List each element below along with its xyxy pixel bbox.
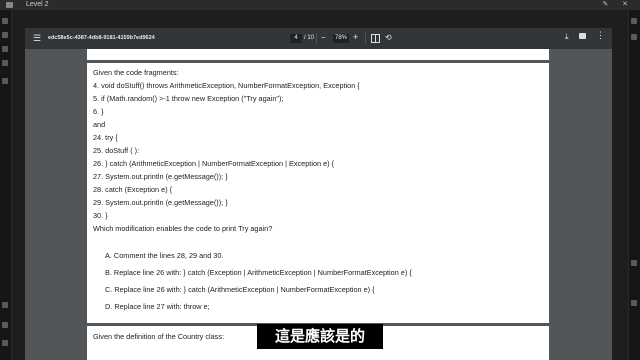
nav-icon[interactable]: [2, 46, 8, 52]
pdf-page: Given the code fragments: 4. void doStuf…: [87, 63, 549, 323]
app-icon: [6, 2, 13, 8]
window-titlebar: Level 2 ✎ ✕: [0, 0, 640, 10]
answer-option-b: B. Replace line 26 with: } catch (Except…: [105, 268, 412, 277]
account-icon[interactable]: [2, 340, 8, 346]
tool-icon[interactable]: [631, 260, 637, 266]
answer-option-c: C. Replace line 26 with: } catch (Arithm…: [105, 285, 375, 294]
tool-icon[interactable]: [631, 300, 637, 306]
window-controls[interactable]: ✎ ✕: [602, 0, 634, 10]
more-options-icon[interactable]: ⋮: [596, 31, 605, 40]
question-line: 25. doStuff ( ):: [93, 146, 140, 155]
window-title: Level 2: [26, 1, 49, 8]
question-line: 4. void doStuff() throws ArithmeticExcep…: [93, 81, 360, 90]
fit-page-icon[interactable]: [371, 34, 380, 43]
zoom-input[interactable]: 78%: [333, 34, 349, 43]
question-line: 27. System.out.println (e.getMessage());…: [93, 172, 228, 181]
nav-icon[interactable]: [2, 60, 8, 66]
help-icon[interactable]: [2, 322, 8, 328]
answer-option-d: D. Replace line 27 with: throw e;: [105, 302, 210, 311]
question-line: 29. System.out.println (e.getMessage());…: [93, 198, 228, 207]
pdf-viewer: ☰ edc58e5c-4387-4db8-9181-4159b7ed9624 4…: [25, 28, 612, 360]
question-line: and: [93, 120, 106, 129]
divider: [365, 33, 366, 44]
question-line: 24. try {: [93, 133, 118, 142]
pdf-toolbar: ☰ edc58e5c-4387-4db8-9181-4159b7ed9624 4…: [25, 28, 612, 49]
tool-icon[interactable]: [631, 18, 637, 24]
page-total: / 10: [304, 35, 315, 41]
question-line: 30. }: [93, 211, 108, 220]
previous-page: [87, 49, 549, 60]
nav-icon[interactable]: [2, 78, 8, 84]
question-line: 28. catch (Exception e) {: [93, 185, 173, 194]
document-title: edc58e5c-4387-4db8-9181-4159b7ed9624: [48, 35, 155, 41]
next-page-text: Given the definition of the Country clas…: [93, 332, 225, 341]
question-line: 5. if (Math.random() >-1 throw new Excep…: [93, 94, 284, 103]
tool-icon[interactable]: [631, 34, 637, 40]
nav-icon[interactable]: [2, 18, 8, 24]
question-line: 26. } catch (ArithmeticException | Numbe…: [93, 159, 335, 168]
page-number-input[interactable]: 4: [290, 34, 302, 43]
left-sidebar: [0, 10, 12, 360]
print-icon[interactable]: [579, 33, 586, 39]
zoom-in-button[interactable]: +: [353, 32, 358, 42]
divider: [316, 33, 317, 44]
question-line: 6. }: [93, 107, 104, 116]
right-sidebar: [628, 10, 640, 360]
download-icon[interactable]: ⤓: [565, 32, 569, 42]
video-subtitle: 這是應該是的: [257, 324, 383, 349]
menu-icon[interactable]: ☰: [33, 34, 41, 43]
answer-option-a: A. Comment the lines 28, 29 and 30.: [105, 251, 224, 260]
settings-icon[interactable]: [2, 302, 8, 308]
nav-icon[interactable]: [2, 32, 8, 38]
question-line: Given the code fragments:: [93, 68, 179, 77]
zoom-out-button[interactable]: −: [321, 33, 326, 42]
question-prompt: Which modification enables the code to p…: [93, 224, 273, 233]
rotate-icon[interactable]: ⟲: [385, 33, 392, 42]
